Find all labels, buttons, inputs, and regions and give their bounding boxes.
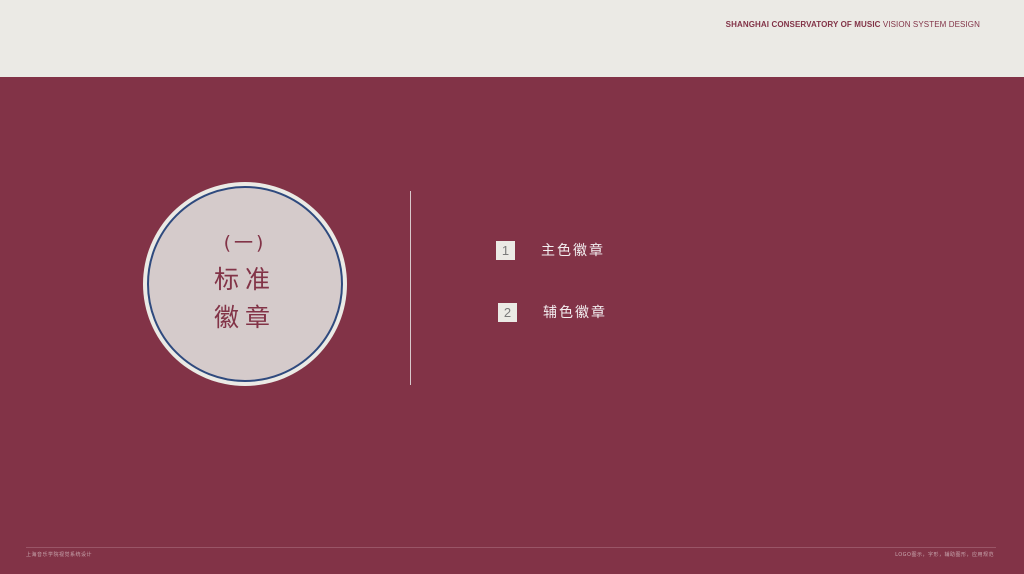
toc-item-primary-badge[interactable]: 1 主色徽章	[496, 240, 605, 260]
footer-rule	[26, 547, 996, 548]
top-header-band: SHANGHAI CONSERVATORY OF MUSIC VISION SY…	[0, 0, 1024, 77]
vertical-divider	[410, 191, 411, 385]
section-badge-circle: (一) 标准 徽章	[143, 182, 347, 386]
toc-item-label: 主色徽章	[541, 243, 605, 259]
section-title-line2: 徽章	[213, 302, 276, 332]
toc-item-secondary-badge[interactable]: 2 辅色徽章	[498, 302, 607, 322]
toc-item-index: 2	[498, 302, 517, 322]
section-badge-text: (一) 标准 徽章	[147, 188, 343, 384]
brand-title-light: VISION SYSTEM DESIGN	[882, 20, 980, 29]
section-title-line1: 标准	[213, 264, 276, 294]
footer-left-text: 上海音乐学院视觉系统设计	[26, 552, 93, 558]
toc-item-label: 辅色徽章	[543, 305, 607, 321]
brand-title: SHANGHAI CONSERVATORY OF MUSIC VISION SY…	[726, 20, 980, 29]
toc-item-index: 1	[496, 240, 515, 260]
section-badge-ring: (一) 标准 徽章	[147, 186, 343, 382]
section-number: (一)	[223, 231, 267, 254]
brand-title-strong: SHANGHAI CONSERVATORY OF MUSIC	[725, 20, 881, 29]
footer-right-text: LOGO图示，字形，辅助图形，应用规范	[895, 552, 994, 558]
